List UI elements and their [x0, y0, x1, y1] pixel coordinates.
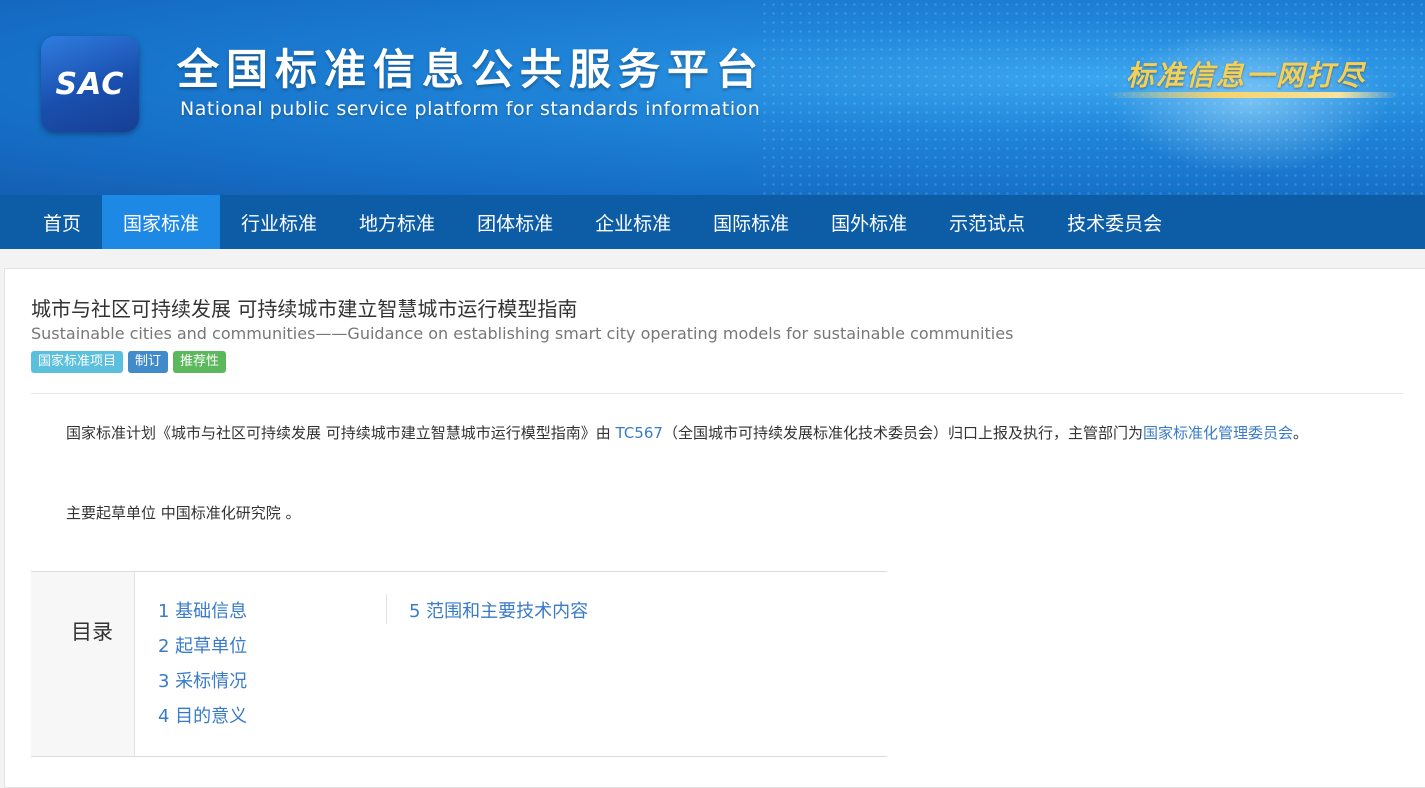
table-of-contents: 目录 1 基础信息 2 起草单位 3 采标情况 4 目的意义 5 范围和主要技术… [31, 571, 887, 757]
toc-item-basic-info[interactable]: 1 基础信息 [158, 594, 247, 629]
toc-item-scope[interactable]: 5 范围和主要技术内容 [409, 594, 588, 629]
toc-column-1: 1 基础信息 2 起草单位 3 采标情况 4 目的意义 [158, 594, 247, 734]
nav-foreign-standards[interactable]: 国外标准 [810, 195, 928, 249]
nav-group-standards[interactable]: 团体标准 [456, 195, 574, 249]
toc-item-drafting-unit[interactable]: 2 起草单位 [158, 629, 247, 664]
plan-description: 国家标准计划《城市与社区可持续发展 可持续城市建立智慧城市运行模型指南》由 TC… [31, 418, 1401, 448]
dept-link[interactable]: 国家标准化管理委员会 [1143, 424, 1293, 442]
slogan-underline [1104, 92, 1398, 98]
nav-home[interactable]: 首页 [0, 195, 102, 249]
toc-label-box: 目录 [31, 572, 135, 756]
toc-item-purpose[interactable]: 4 目的意义 [158, 699, 247, 734]
tag-recommended: 推荐性 [173, 351, 227, 373]
plan-desc-prefix: 国家标准计划《城市与社区可持续发展 可持续城市建立智慧城市运行模型指南》由 [66, 424, 616, 442]
tag-national-project: 国家标准项目 [31, 351, 124, 373]
toc-item-adoption[interactable]: 3 采标情况 [158, 664, 247, 699]
nav-industry-standards[interactable]: 行业标准 [220, 195, 338, 249]
header-banner: SAC 全国标准信息公共服务平台 National public service… [0, 0, 1425, 195]
tag-formulate: 制订 [128, 351, 169, 373]
logo-text: SAC [55, 66, 125, 102]
plan-desc-middle: （全国城市可持续发展标准化技术委员会）归口上报及执行，主管部门为 [662, 424, 1143, 442]
nav-pilot-demo[interactable]: 示范试点 [928, 195, 1046, 249]
divider [31, 393, 1403, 394]
banner-glow [1100, 20, 1400, 180]
site-title-en: National public service platform for sta… [180, 98, 761, 120]
nav-national-standards[interactable]: 国家标准 [102, 195, 221, 249]
plan-desc-suffix: 。 [1292, 424, 1308, 442]
nav-enterprise-standards[interactable]: 企业标准 [574, 195, 692, 249]
slogan: 标准信息一网打尽 [1126, 59, 1367, 92]
toc-label: 目录 [71, 620, 113, 644]
nav-local-standards[interactable]: 地方标准 [338, 195, 456, 249]
main-nav: 首页 国家标准 行业标准 地方标准 团体标准 企业标准 国际标准 国外标准 示范… [0, 195, 1425, 249]
content-card: 城市与社区可持续发展 可持续城市建立智慧城市运行模型指南 Sustainable… [4, 268, 1425, 788]
toc-column-2: 5 范围和主要技术内容 [409, 594, 588, 629]
sac-logo[interactable]: SAC [41, 36, 139, 132]
drafting-unit-text: 主要起草单位 中国标准化研究院 。 [66, 504, 301, 522]
toc-separator [386, 594, 387, 624]
site-title-cn: 全国标准信息公共服务平台 [177, 45, 766, 94]
doc-title-en: Sustainable cities and communities——Guid… [31, 324, 1014, 343]
tag-group: 国家标准项目 制订 推荐性 [31, 351, 227, 373]
tc-link[interactable]: TC567 [616, 424, 663, 442]
nav-tech-committee[interactable]: 技术委员会 [1046, 195, 1183, 249]
doc-title-cn: 城市与社区可持续发展 可持续城市建立智慧城市运行模型指南 [31, 297, 578, 321]
nav-international-standards[interactable]: 国际标准 [692, 195, 810, 249]
